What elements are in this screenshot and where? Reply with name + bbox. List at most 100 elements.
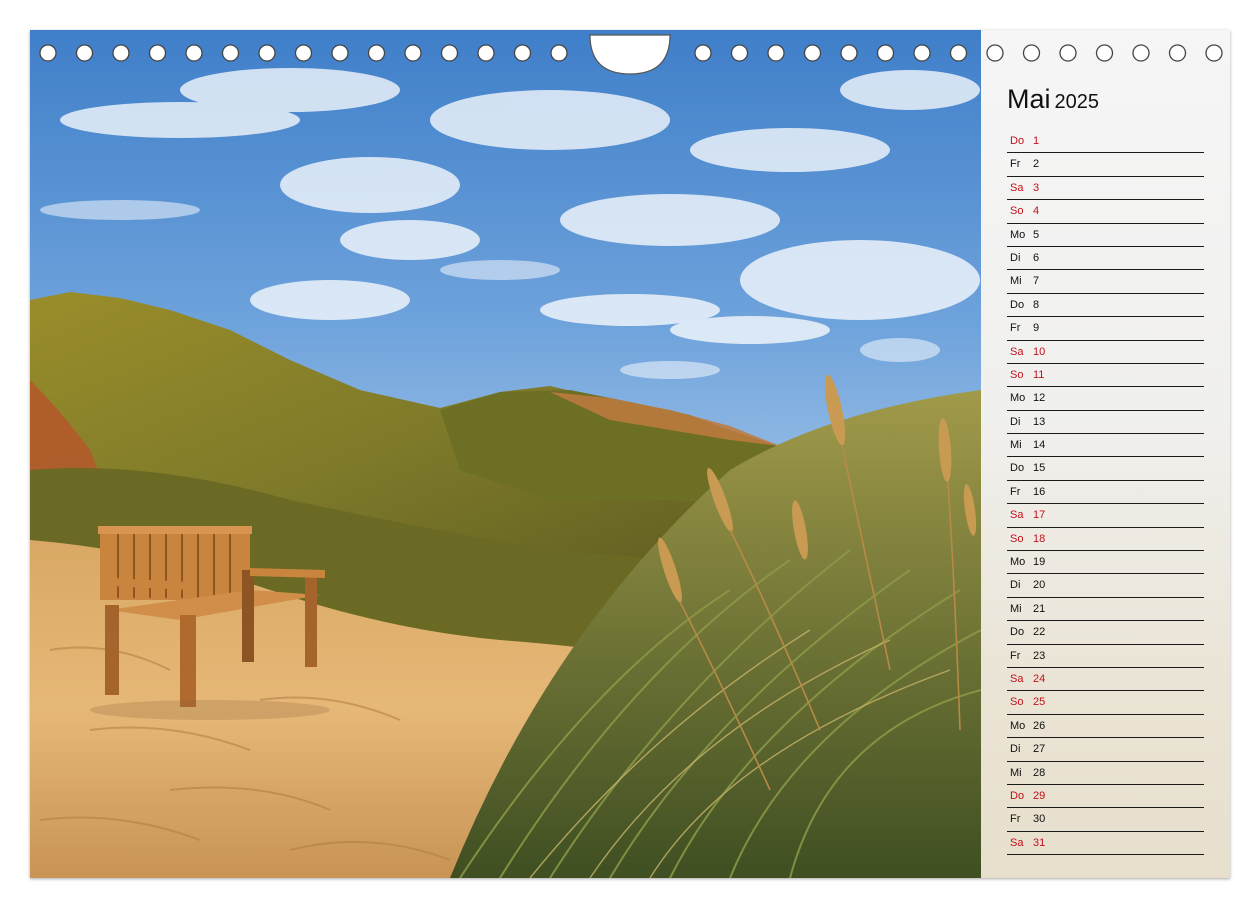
- day-of-week: Mo: [1010, 719, 1026, 732]
- day-row: Do 29: [1007, 785, 1204, 809]
- month-year: 2025: [1054, 91, 1100, 113]
- day-number: 19: [1033, 556, 1046, 569]
- day-row: Do 22: [1007, 621, 1204, 645]
- day-row: Mi 21: [1007, 598, 1204, 622]
- day-number: 10: [1033, 345, 1046, 358]
- day-of-week: Fr: [1010, 649, 1021, 662]
- day-row: Sa 10: [1007, 341, 1204, 364]
- day-row: Sa 17: [1007, 504, 1204, 528]
- day-row: Mo 26: [1007, 715, 1204, 739]
- day-row: Do 1: [1007, 130, 1204, 154]
- day-of-week: Di: [1010, 251, 1021, 264]
- day-of-week: Sa: [1010, 181, 1024, 194]
- day-row: Sa 3: [1007, 177, 1204, 201]
- day-of-week: Mo: [1010, 228, 1026, 241]
- day-number: 28: [1033, 766, 1046, 779]
- day-number: 17: [1033, 509, 1046, 522]
- day-row: Di 6: [1007, 247, 1204, 271]
- day-of-week: Sa: [1010, 672, 1024, 685]
- day-of-week: Mo: [1010, 392, 1026, 405]
- day-of-week: Di: [1010, 579, 1021, 592]
- day-number: 7: [1033, 275, 1040, 288]
- day-of-week: Do: [1010, 789, 1025, 802]
- day-of-week: Sa: [1010, 836, 1024, 849]
- day-of-week: Fr: [1010, 158, 1021, 171]
- day-number: 31: [1033, 836, 1046, 849]
- day-of-week: Do: [1010, 298, 1025, 311]
- day-number: 16: [1033, 485, 1046, 498]
- day-number: 26: [1033, 719, 1046, 732]
- day-row: Mi 28: [1007, 762, 1204, 785]
- day-row: Di 20: [1007, 574, 1204, 598]
- day-row: Sa 31: [1007, 832, 1204, 856]
- day-number: 13: [1033, 415, 1046, 428]
- day-of-week: Do: [1010, 135, 1025, 147]
- day-number: 1: [1033, 135, 1040, 147]
- day-number: 6: [1033, 251, 1040, 264]
- day-number: 18: [1033, 532, 1046, 545]
- day-of-week: Fr: [1010, 485, 1021, 498]
- month-title: Mai 2025: [1007, 84, 1099, 115]
- day-row: Di 13: [1007, 411, 1204, 435]
- day-row: Do 8: [1007, 294, 1204, 318]
- day-row: Fr 23: [1007, 645, 1204, 668]
- day-row: Do 15: [1007, 457, 1204, 481]
- day-of-week: Mi: [1010, 275, 1022, 288]
- day-number: 30: [1033, 813, 1046, 826]
- day-number: 9: [1033, 322, 1040, 335]
- day-list: Do 1 Fr 2 Sa 3 So 4 Mo 5 Di 6 Mi 7 Do 8 Fr 9 Sa 10 So 11 Mo 12 D…: [1007, 130, 1204, 856]
- day-of-week: Mo: [1010, 556, 1026, 569]
- day-number: 20: [1033, 579, 1046, 592]
- calendar-page: Mai 2025 Do 1 Fr 2 Sa 3 So 4 Mo 5 Di 6 Mi 7 Do 8 Fr 9 Sa 10 S…: [30, 30, 1230, 878]
- day-number: 24: [1033, 672, 1046, 685]
- dune-bench-photo: [30, 30, 981, 878]
- day-of-week: Sa: [1010, 509, 1024, 522]
- day-number: 4: [1033, 205, 1040, 218]
- day-row: Di 27: [1007, 738, 1204, 762]
- day-of-week: Di: [1010, 743, 1021, 756]
- day-row: Fr 16: [1007, 481, 1204, 505]
- day-number: 15: [1033, 462, 1046, 475]
- day-row: Fr 30: [1007, 808, 1204, 832]
- day-of-week: Do: [1010, 462, 1025, 475]
- day-of-week: Fr: [1010, 322, 1021, 335]
- day-row: Fr 2: [1007, 153, 1204, 177]
- day-number: 3: [1033, 181, 1040, 194]
- day-of-week: Mi: [1010, 439, 1022, 452]
- day-of-week: Do: [1010, 626, 1025, 639]
- day-of-week: So: [1010, 368, 1024, 381]
- day-row: So 25: [1007, 691, 1204, 715]
- day-of-week: Sa: [1010, 345, 1024, 358]
- day-number: 27: [1033, 743, 1046, 756]
- day-number: 11: [1033, 368, 1045, 381]
- day-row: So 18: [1007, 528, 1204, 552]
- day-number: 23: [1033, 649, 1046, 662]
- day-number: 12: [1033, 392, 1046, 405]
- day-number: 5: [1033, 228, 1040, 241]
- day-of-week: So: [1010, 532, 1024, 545]
- calendar-panel: Mai 2025 Do 1 Fr 2 Sa 3 So 4 Mo 5 Di 6 Mi 7 Do 8 Fr 9 Sa 10 S…: [981, 30, 1230, 878]
- day-number: 8: [1033, 298, 1040, 311]
- day-of-week: Fr: [1010, 813, 1021, 826]
- day-number: 21: [1033, 602, 1046, 615]
- day-row: Fr 9: [1007, 317, 1204, 341]
- day-row: So 4: [1007, 200, 1204, 224]
- day-row: Mi 7: [1007, 270, 1204, 294]
- month-name: Mai: [1007, 84, 1051, 114]
- day-of-week: So: [1010, 205, 1024, 218]
- day-number: 2: [1033, 158, 1040, 171]
- day-row: So 11: [1007, 364, 1204, 388]
- day-number: 22: [1033, 626, 1046, 639]
- day-of-week: Mi: [1010, 602, 1022, 615]
- day-row: Mo 12: [1007, 387, 1204, 411]
- day-row: Mo 5: [1007, 224, 1204, 247]
- day-number: 25: [1033, 696, 1046, 709]
- day-number: 29: [1033, 789, 1046, 802]
- day-of-week: Di: [1010, 415, 1021, 428]
- day-row: Mi 14: [1007, 434, 1204, 458]
- day-row: Sa 24: [1007, 668, 1204, 692]
- day-of-week: Mi: [1010, 766, 1022, 779]
- day-of-week: So: [1010, 696, 1024, 709]
- day-number: 14: [1033, 439, 1046, 452]
- day-row: Mo 19: [1007, 551, 1204, 575]
